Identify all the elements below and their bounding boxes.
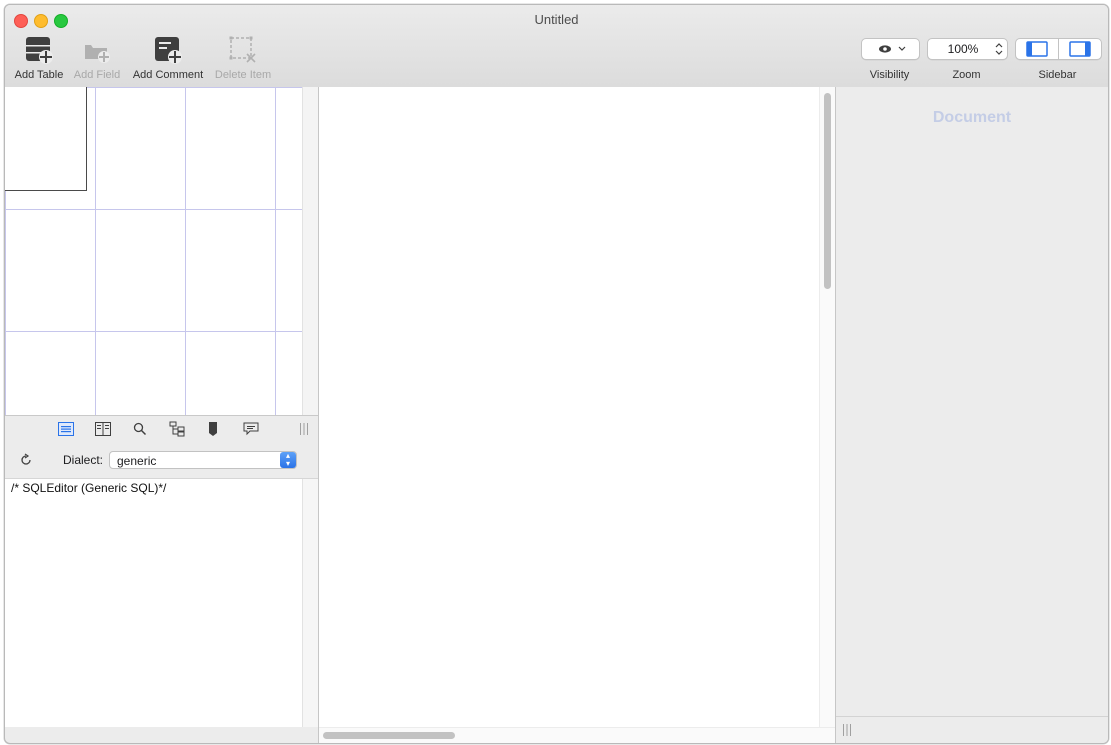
add-comment-icon: [155, 37, 182, 64]
refresh-button[interactable]: [19, 453, 33, 470]
right-sidebar-icon: [1069, 41, 1091, 57]
visibility-label: Visibility: [869, 69, 910, 81]
sidebar-toggle-group: [1015, 38, 1102, 60]
left-sidebar-toggle[interactable]: [1016, 39, 1059, 59]
horizontal-scroll-thumb[interactable]: [323, 732, 455, 739]
add-table-icon: [26, 37, 53, 64]
dialect-label: Dialect:: [63, 453, 104, 467]
add-table-label: Add Table: [14, 69, 64, 81]
bookmark-button[interactable]: [204, 421, 222, 437]
horizontal-scrollbar[interactable]: [319, 727, 835, 743]
sidebar-label: Sidebar: [1038, 69, 1077, 81]
eye-icon: [879, 45, 906, 53]
grip-icon[interactable]: [841, 723, 853, 737]
comments-button[interactable]: [242, 421, 260, 437]
comment-icon: [243, 422, 259, 436]
dialect-value: generic: [117, 454, 157, 468]
list-icon: [58, 422, 74, 436]
zoom-value: 100%: [947, 42, 979, 56]
delete-item-icon: [229, 36, 256, 63]
viewport-frame[interactable]: [5, 87, 87, 191]
dialect-row: Dialect: generic ▴ ▾: [5, 442, 318, 479]
inspector-toolbar: [5, 415, 318, 443]
list-view-button[interactable]: [57, 421, 75, 437]
diagram-canvas[interactable]: [319, 87, 835, 743]
right-sidebar-toggle[interactable]: [1059, 39, 1101, 59]
app-window: Untitled Add Table Add Field Add Comment…: [4, 4, 1109, 744]
dialect-select[interactable]: generic ▴ ▾: [109, 451, 297, 469]
add-comment-button[interactable]: Add Comment: [129, 34, 207, 81]
chevron-down-icon: [898, 46, 906, 51]
hierarchy-button[interactable]: [168, 421, 186, 437]
search-icon: [133, 422, 147, 436]
search-button[interactable]: [131, 421, 149, 437]
pane-resize-handle[interactable]: [295, 421, 313, 437]
left-sidebar-icon: [1026, 41, 1048, 57]
visibility-popup[interactable]: [861, 38, 920, 60]
zoom-stepper[interactable]: 100%: [927, 38, 1008, 60]
add-field-icon: [85, 45, 110, 63]
sidebar-footer: [836, 716, 1108, 743]
stepper-arrows-icon[interactable]: [995, 42, 1003, 56]
sql-editor[interactable]: /* SQLEditor (Generic SQL)*/: [5, 479, 302, 727]
sql-scrollbar[interactable]: [302, 479, 319, 727]
delete-item-button[interactable]: Delete Item: [211, 34, 275, 81]
add-field-label: Add Field: [73, 69, 121, 81]
grip-icon: [300, 423, 308, 435]
title-bar: Untitled Add Table Add Field Add Comment…: [5, 5, 1108, 88]
vertical-scroll-thumb[interactable]: [824, 93, 831, 289]
document-sidebar: Document: [836, 87, 1108, 743]
book-view-button[interactable]: [94, 421, 112, 437]
add-table-button[interactable]: Add Table: [10, 34, 68, 81]
sidebar-title: Document: [932, 109, 1012, 126]
hierarchy-icon: [169, 421, 185, 437]
book-icon: [95, 422, 111, 436]
add-comment-label: Add Comment: [132, 69, 204, 81]
refresh-icon: [21, 453, 31, 465]
window-title: Untitled: [534, 12, 579, 27]
select-arrows-icon: ▴ ▾: [280, 452, 296, 468]
bookmark-icon: [209, 422, 217, 436]
diagram-overview-canvas[interactable]: [5, 87, 302, 415]
add-field-button[interactable]: Add Field: [71, 34, 123, 81]
sql-text: /* SQLEditor (Generic SQL)*/: [11, 481, 167, 495]
delete-item-label: Delete Item: [214, 69, 272, 81]
vertical-scrollbar[interactable]: [819, 87, 836, 727]
zoom-label: Zoom: [952, 69, 981, 81]
overview-scrollbar[interactable]: [302, 87, 319, 415]
